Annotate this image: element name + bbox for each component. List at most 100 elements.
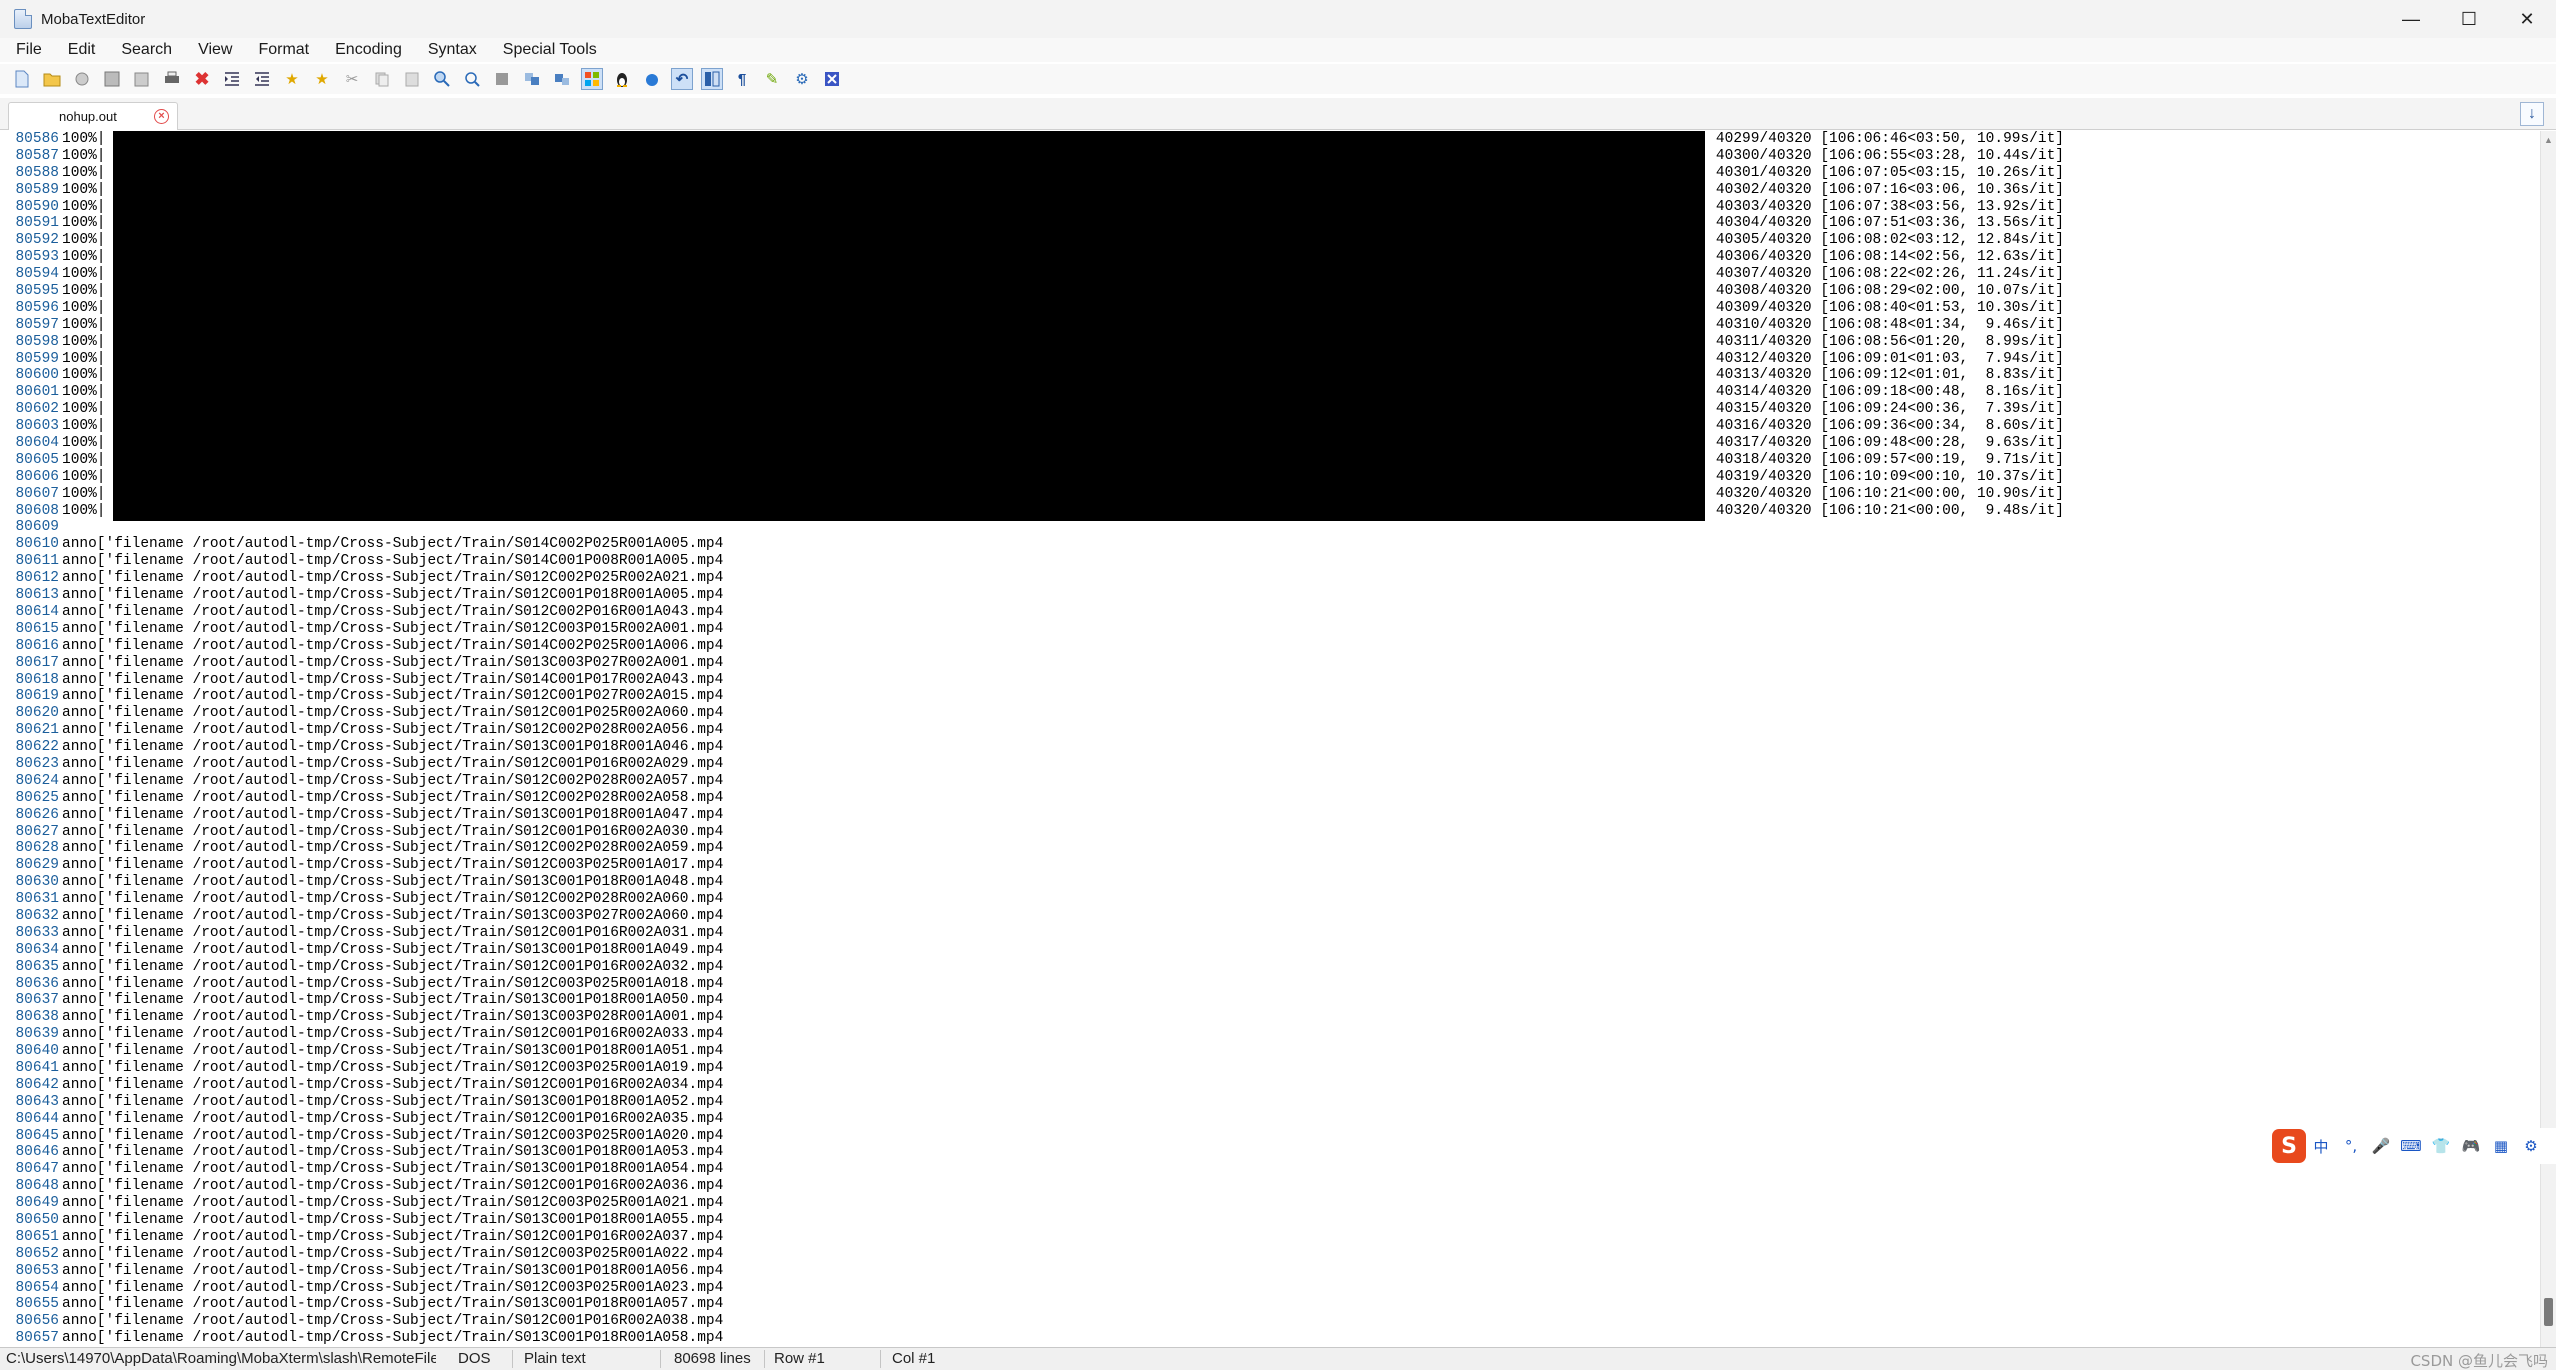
line-number: 80604 (15, 435, 59, 452)
line-number: 80647 (15, 1161, 59, 1178)
editor-line: 80629 anno['filename /root/autodl-tmp/Cro… (0, 857, 2064, 874)
menu-encoding[interactable]: Encoding (335, 41, 402, 59)
line-number: 80616 (15, 637, 59, 654)
line-text: anno['filename /root/autodl-tmp/Cross-Su… (62, 1245, 724, 1262)
print-icon[interactable] (162, 69, 182, 89)
settings-icon[interactable]: ⚙ (792, 69, 812, 89)
windows-format-icon[interactable] (581, 68, 603, 90)
linux-format-icon[interactable] (612, 69, 632, 89)
line-text: anno['filename /root/autodl-tmp/Cross-Su… (62, 840, 724, 857)
pilcrow-icon[interactable]: ¶ (732, 69, 752, 89)
line-number: 80611 (15, 553, 59, 570)
editor-line: 80635 anno['filename /root/autodl-tmp/Cro… (0, 959, 2064, 976)
compare-icon[interactable] (522, 69, 542, 89)
tab-close-icon[interactable]: × (154, 109, 169, 124)
menu-view[interactable]: View (198, 41, 232, 59)
line-number: 80624 (15, 772, 59, 789)
progress-stats: | 40308/40320 [106:08:29<02:00, 10.07s/i… (1698, 283, 2064, 300)
save-as-icon[interactable] (132, 69, 152, 89)
maximize-button[interactable]: ☐ (2440, 0, 2498, 38)
tab-label: nohup.out (59, 109, 117, 124)
tab-nohup-out[interactable]: nohup.out × (8, 102, 178, 130)
ime-chinese-mode[interactable]: 中 (2306, 1136, 2336, 1157)
line-text: anno['filename /root/autodl-tmp/Cross-Su… (62, 1262, 724, 1279)
progress-stats: | 40305/40320 [106:08:02<03:12, 12.84s/i… (1698, 232, 2064, 249)
line-number: 80628 (15, 840, 59, 857)
menu-special-tools[interactable]: Special Tools (503, 41, 597, 59)
progress-stats: | 40299/40320 [106:06:46<03:50, 10.99s/i… (1698, 131, 2064, 147)
apps-icon[interactable]: ▦ (2486, 1137, 2516, 1155)
ime-settings-icon[interactable]: ⚙ (2516, 1137, 2546, 1155)
undo-icon[interactable]: ↶ (671, 68, 693, 90)
new-file-icon[interactable] (12, 69, 32, 89)
editor-line: 80618 anno['filename /root/autodl-tmp/Cro… (0, 672, 2064, 689)
progress-stats: | 40304/40320 [106:07:51<03:36, 13.56s/i… (1698, 215, 2064, 232)
menu-edit[interactable]: Edit (68, 41, 96, 59)
line-number: 80607 (15, 485, 59, 502)
open-folder-icon[interactable] (42, 69, 62, 89)
editor-line: 80649 anno['filename /root/autodl-tmp/Cro… (0, 1195, 2064, 1212)
line-text: anno['filename /root/autodl-tmp/Cross-Su… (62, 789, 724, 806)
line-text: anno['filename /root/autodl-tmp/Cross-Su… (62, 1076, 724, 1093)
progress-stats: | 40306/40320 [106:08:14<02:56, 12.63s/i… (1698, 249, 2064, 266)
line-number: 80641 (15, 1059, 59, 1076)
menu-syntax[interactable]: Syntax (428, 41, 477, 59)
progress-stats: | 40307/40320 [106:08:22<02:26, 11.24s/i… (1698, 266, 2064, 283)
save-icon[interactable] (102, 69, 122, 89)
game-icon[interactable]: 🎮 (2456, 1137, 2486, 1155)
line-number: 80613 (15, 587, 59, 604)
line-number: 80612 (15, 570, 59, 587)
title-bar: MobaTextEditor — ☐ ✕ (0, 0, 2556, 38)
minimize-button[interactable]: — (2382, 0, 2440, 38)
line-number: 80649 (15, 1195, 59, 1212)
unindent-icon[interactable] (252, 69, 272, 89)
editor-line: 80633 anno['filename /root/autodl-tmp/Cro… (0, 925, 2064, 942)
close-file-icon[interactable]: ✖ (192, 69, 212, 89)
line-number: 80618 (15, 671, 59, 688)
microphone-icon[interactable]: 🎤 (2366, 1137, 2396, 1155)
menu-file[interactable]: File (16, 41, 42, 59)
find-icon[interactable] (432, 69, 452, 89)
copy-icon[interactable] (372, 69, 392, 89)
progress-prefix: 100%| (62, 147, 106, 164)
line-number: 80591 (15, 215, 59, 232)
menu-format[interactable]: Format (258, 41, 309, 59)
sogou-logo[interactable]: S (2272, 1129, 2306, 1163)
text-editor[interactable]: 80586 100%| | 40299/40320 [106:06:46<03:50… (0, 131, 2540, 1347)
vertical-scrollbar[interactable]: ▲ (2540, 131, 2556, 1347)
line-text: anno['filename /root/autodl-tmp/Cross-Su… (62, 772, 724, 789)
scrollbar-thumb[interactable] (2544, 1298, 2553, 1326)
cut-icon[interactable]: ✂ (342, 69, 362, 89)
bookmark-next-icon[interactable]: ★ (312, 69, 332, 89)
reload-icon[interactable] (72, 69, 92, 89)
close-x-icon[interactable] (822, 69, 842, 89)
bookmark-icon[interactable]: ★ (282, 69, 302, 89)
progress-prefix: 100%| (62, 350, 106, 367)
line-number: 80603 (15, 418, 59, 435)
editor-line: 80636 anno['filename /root/autodl-tmp/Cro… (0, 976, 2064, 993)
ime-punctuation[interactable]: °, (2336, 1137, 2366, 1155)
indent-icon[interactable] (222, 69, 242, 89)
keyboard-icon[interactable]: ⌨ (2396, 1137, 2426, 1155)
line-text: anno['filename /root/autodl-tmp/Cross-Su… (62, 1009, 724, 1026)
line-number: 80654 (15, 1279, 59, 1296)
paste-icon[interactable] (402, 69, 422, 89)
line-number: 80621 (15, 722, 59, 739)
scroll-to-end-icon[interactable]: ↓ (2520, 102, 2544, 126)
line-text: anno['filename /root/autodl-tmp/Cross-Su… (62, 1279, 724, 1296)
select-all-icon[interactable] (492, 69, 512, 89)
line-number: 80636 (15, 975, 59, 992)
find-replace-icon[interactable] (462, 69, 482, 89)
line-number: 80620 (15, 705, 59, 722)
menu-search[interactable]: Search (121, 41, 172, 59)
close-button[interactable]: ✕ (2498, 0, 2556, 38)
split-icon[interactable] (552, 69, 572, 89)
line-number: 80638 (15, 1009, 59, 1026)
highlight-icon[interactable]: ✎ (762, 69, 782, 89)
mac-format-icon[interactable] (642, 69, 662, 89)
split-view-icon[interactable] (701, 68, 723, 90)
skin-icon[interactable]: 👕 (2426, 1137, 2456, 1155)
line-text: anno['filename /root/autodl-tmp/Cross-Su… (62, 705, 724, 722)
progress-stats: | 40300/40320 [106:06:55<03:28, 10.44s/i… (1698, 147, 2064, 164)
scroll-up-icon[interactable]: ▲ (2544, 135, 2553, 145)
